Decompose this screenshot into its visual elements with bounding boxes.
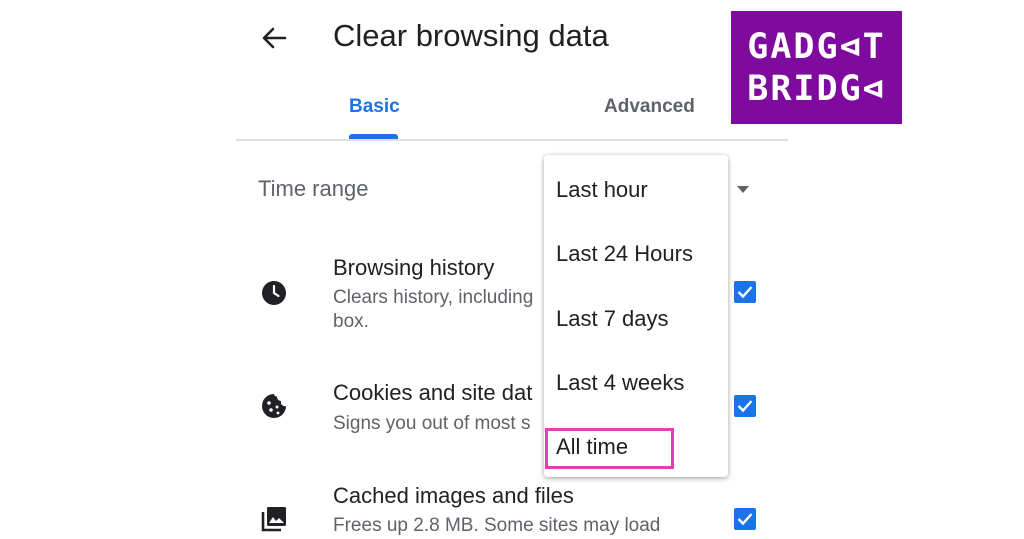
- arrow-back-icon: [262, 27, 287, 49]
- time-range-label: Time range: [258, 176, 369, 201]
- browsing-history-subtitle-line2: box.: [333, 311, 369, 332]
- dropdown-caret-icon[interactable]: [737, 186, 749, 193]
- cookie-icon: [260, 392, 288, 420]
- tab-divider: [236, 139, 788, 141]
- cookies-title: Cookies and site dat: [333, 380, 533, 405]
- option-last-7-days[interactable]: Last 7 days: [556, 306, 669, 332]
- cached-images-checkbox[interactable]: [734, 508, 756, 530]
- tab-basic[interactable]: Basic: [349, 96, 400, 118]
- cached-images-title: Cached images and files: [333, 483, 574, 508]
- back-button[interactable]: [256, 20, 292, 56]
- option-last-4-weeks[interactable]: Last 4 weeks: [556, 370, 684, 396]
- gadget-bridge-logo: GADG⊲T BRIDG⊲: [731, 11, 902, 124]
- checkmark-icon: [737, 513, 753, 526]
- cached-images-subtitle: Frees up 2.8 MB. Some sites may load: [333, 515, 661, 536]
- browsing-history-title: Browsing history: [333, 255, 495, 280]
- clock-icon: [260, 279, 288, 307]
- logo-line-1: GADG⊲T: [747, 27, 886, 67]
- cookies-checkbox[interactable]: [734, 395, 756, 417]
- checkmark-icon: [737, 400, 753, 413]
- cookies-subtitle: Signs you out of most s: [333, 413, 531, 434]
- browsing-history-subtitle: Clears history, including: [333, 287, 534, 308]
- option-last-hour[interactable]: Last hour: [556, 177, 648, 203]
- browsing-history-checkbox[interactable]: [734, 281, 756, 303]
- page-title: Clear browsing data: [333, 18, 609, 53]
- option-last-24-hours[interactable]: Last 24 Hours: [556, 241, 693, 267]
- checkmark-icon: [737, 286, 753, 299]
- tab-advanced[interactable]: Advanced: [604, 96, 695, 118]
- logo-line-2: BRIDG⊲: [747, 69, 886, 109]
- highlight-annotation-box: [545, 428, 674, 469]
- image-icon: [260, 505, 288, 533]
